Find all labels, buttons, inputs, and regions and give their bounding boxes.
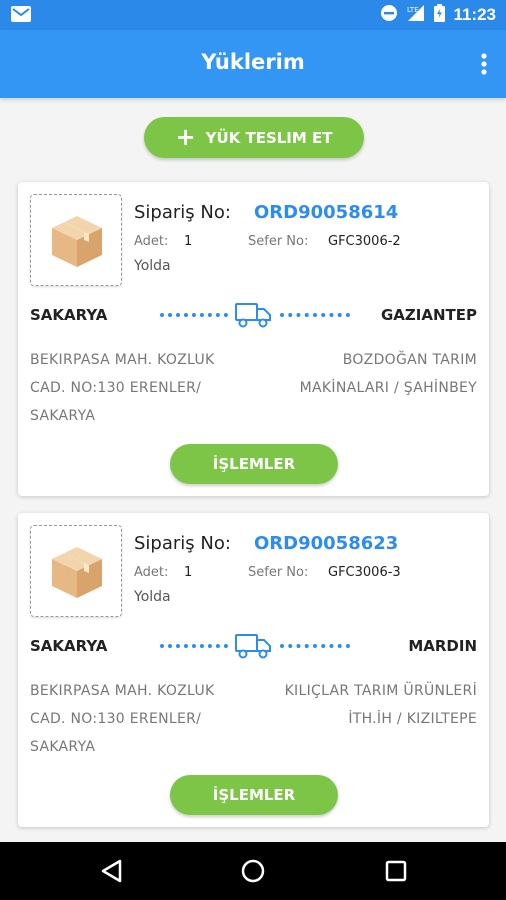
trip-value: GFC3006-3 <box>328 565 401 580</box>
plus-icon: + <box>175 122 196 151</box>
to-address: KILIÇLAR TARIM ÜRÜNLERİ İTH.İH / KIZILTE… <box>284 683 477 727</box>
route-line-left <box>160 313 228 317</box>
app-bar: Yüklerim <box>0 30 506 98</box>
qty-label: Adet: <box>134 234 169 249</box>
qty-label: Adet: <box>134 565 169 580</box>
order-no-value[interactable]: ORD90058623 <box>254 533 398 554</box>
to-city: GAZIANTEP <box>380 306 477 324</box>
deliver-load-label: YÜK TESLIM ET <box>205 128 333 147</box>
system-nav-bar <box>0 842 506 900</box>
route-line-right <box>280 644 350 648</box>
status-time: 11:23 <box>453 5 496 24</box>
svg-text:LTE: LTE <box>407 6 419 14</box>
order-no-label: Sipariş No: <box>134 202 231 223</box>
truck-icon <box>234 632 272 664</box>
page-title: Yüklerim <box>201 50 305 74</box>
qty-value: 1 <box>184 565 193 580</box>
from-city: SAKARYA <box>30 637 108 655</box>
operations-button[interactable]: İŞLEMLER <box>170 775 338 815</box>
package-thumbnail <box>30 194 122 286</box>
from-address: BEKIRPASA MAH. KOZLUK CAD. NO:130 ERENLE… <box>30 352 215 424</box>
home-icon[interactable] <box>238 856 268 886</box>
order-no-value[interactable]: ORD90058614 <box>254 202 398 223</box>
do-not-disturb-icon <box>380 4 398 26</box>
delivery-status: Yolda <box>134 589 171 605</box>
recents-icon[interactable] <box>381 856 411 886</box>
from-city: SAKARYA <box>30 306 108 324</box>
operations-button[interactable]: İŞLEMLER <box>170 444 338 484</box>
gmail-notification-icon <box>10 5 32 27</box>
trip-label: Sefer No: <box>248 234 309 249</box>
battery-icon <box>434 4 446 26</box>
from-address: BEKIRPASA MAH. KOZLUK CAD. NO:130 ERENLE… <box>30 683 215 755</box>
deliver-load-button[interactable]: + YÜK TESLIM ET <box>144 117 364 158</box>
truck-icon <box>234 301 272 333</box>
order-no-label: Sipariş No: <box>134 533 231 554</box>
trip-label: Sefer No: <box>248 565 309 580</box>
delivery-status: Yolda <box>134 258 171 274</box>
back-icon[interactable] <box>98 856 128 886</box>
qty-value: 1 <box>184 234 193 249</box>
package-thumbnail <box>30 525 122 617</box>
signal-icon: LTE <box>406 4 426 26</box>
box-icon <box>52 547 102 598</box>
order-card[interactable]: Sipariş No: ORD90058623 Adet: 1 Sefer No… <box>18 513 489 827</box>
route-line-right <box>280 313 350 317</box>
order-card[interactable]: Sipariş No: ORD90058614 Adet: 1 Sefer No… <box>18 182 489 496</box>
more-vert-icon[interactable] <box>480 52 488 76</box>
to-address: BOZDOĞAN TARIM MAKİNALARI / ŞAHİNBEY <box>299 352 477 396</box>
to-city: MARDIN <box>408 637 477 655</box>
box-icon <box>52 216 102 267</box>
status-bar: LTE 11:23 <box>0 0 506 30</box>
route-line-left <box>160 644 228 648</box>
trip-value: GFC3006-2 <box>328 234 401 249</box>
